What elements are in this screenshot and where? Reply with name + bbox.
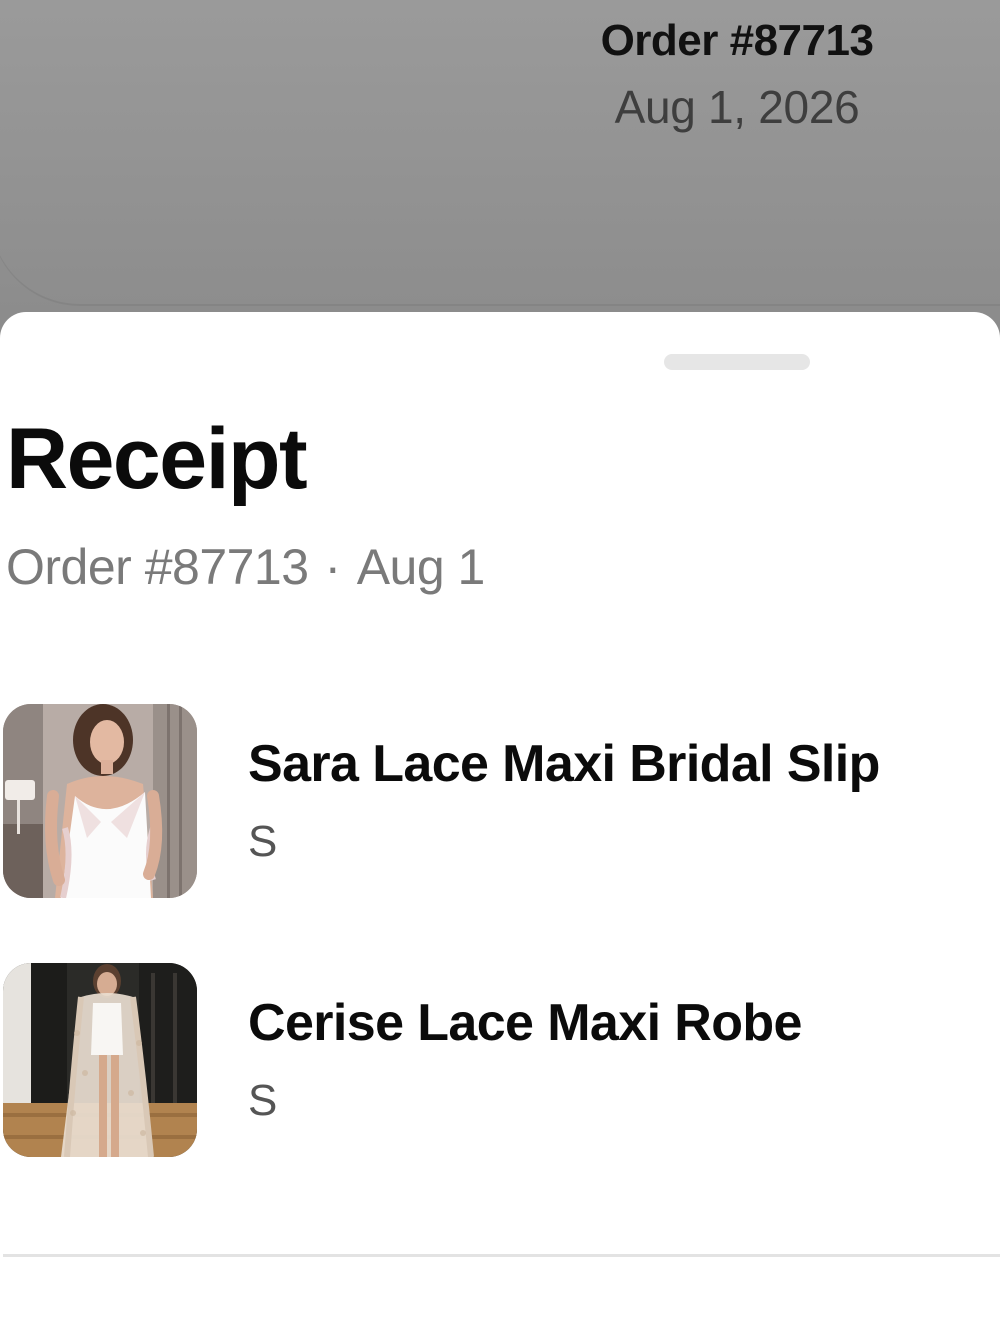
- line-item[interactable]: Cerise Lace Maxi Robe S: [0, 963, 1000, 1159]
- section-divider: [3, 1254, 1000, 1257]
- product-photo-white-satin-slip: [3, 704, 197, 898]
- receipt-subtitle: Order #87713 · Aug 1: [6, 542, 485, 592]
- item-size: S: [248, 817, 278, 866]
- subtitle-separator: ·: [324, 539, 342, 595]
- product-thumbnail[interactable]: [3, 704, 197, 898]
- background-page: Order #87713 Aug 1, 2026: [0, 0, 1000, 340]
- order-date-label: Aug 1: [356, 539, 486, 595]
- background-order-title: Order #87713: [600, 16, 874, 65]
- order-number-label: Order #87713: [6, 539, 309, 595]
- line-item[interactable]: Sara Lace Maxi Bridal Slip S: [0, 704, 1000, 900]
- sheet-grabber-handle[interactable]: [664, 354, 810, 370]
- product-thumbnail[interactable]: [3, 963, 197, 1157]
- item-size: S: [248, 1076, 278, 1125]
- receipt-sheet: Receipt Order #87713 · Aug 1 Sara Lace M…: [0, 312, 1000, 1333]
- receipt-title: Receipt: [6, 411, 308, 507]
- item-name: Cerise Lace Maxi Robe: [248, 994, 802, 1052]
- item-name: Sara Lace Maxi Bridal Slip: [248, 735, 880, 793]
- background-order-date: Aug 1, 2026: [614, 81, 860, 133]
- product-photo-lace-robe: [3, 963, 197, 1157]
